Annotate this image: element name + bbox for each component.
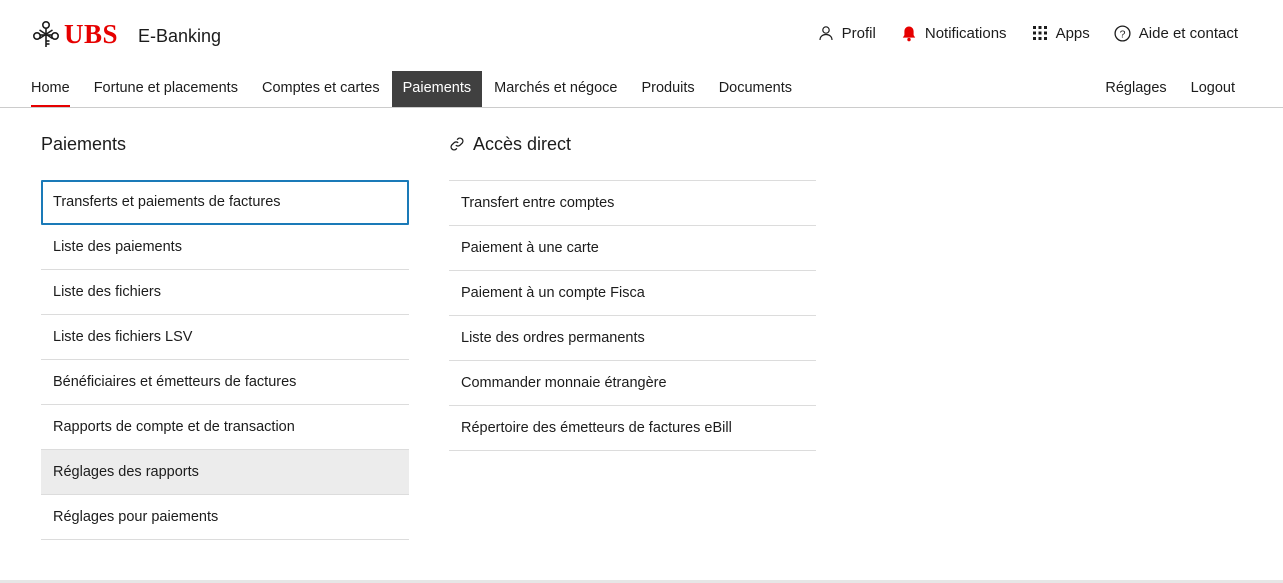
direct-item-standing-orders[interactable]: Liste des ordres permanents <box>449 316 816 361</box>
direct-access-list: Transfert entre comptes Paiement à une c… <box>449 180 816 451</box>
menu-item-beneficiaries[interactable]: Bénéficiaires et émetteurs de factures <box>41 360 409 405</box>
menu-item-reports[interactable]: Rapports de compte et de transaction <box>41 405 409 450</box>
nav-item-paiements[interactable]: Paiements <box>391 71 483 107</box>
settings-link[interactable]: Réglages <box>1105 71 1166 107</box>
payments-menu-list: Transferts et paiements de factures List… <box>41 180 409 540</box>
apps-link[interactable]: Apps <box>1031 24 1090 42</box>
bell-icon <box>900 24 918 42</box>
grid-icon <box>1031 24 1049 42</box>
nav-item-home[interactable]: Home <box>31 71 70 107</box>
nav-item-marches[interactable]: Marchés et négoce <box>494 71 617 107</box>
direct-access-menu: Accès direct Transfert entre comptes Pai… <box>449 130 816 451</box>
main-navigation: Home Fortune et placements Comptes et ca… <box>0 71 1283 108</box>
profile-label: Profil <box>841 24 876 42</box>
person-icon <box>817 24 835 42</box>
menu-item-lsv-file-list[interactable]: Liste des fichiers LSV <box>41 315 409 360</box>
nav-item-fortune[interactable]: Fortune et placements <box>94 71 238 107</box>
menu-item-report-settings[interactable]: Réglages des rapports <box>41 450 409 495</box>
help-icon: ? <box>1114 24 1132 42</box>
nav-item-documents[interactable]: Documents <box>719 71 792 107</box>
nav-primary: Home Fortune et placements Comptes et ca… <box>31 71 816 107</box>
utility-links: Profil Notifications Apps ? Aide et cont… <box>793 24 1238 42</box>
header: UBS E-Banking Profil Notifications Apps … <box>0 0 1283 72</box>
app-title: E-Banking <box>138 26 222 46</box>
svg-text:?: ? <box>1120 28 1126 40</box>
help-label: Aide et contact <box>1138 24 1238 42</box>
menu-item-payment-settings[interactable]: Réglages pour paiements <box>41 495 409 540</box>
profile-link[interactable]: Profil <box>817 24 876 42</box>
direct-item-account-transfer[interactable]: Transfert entre comptes <box>449 181 816 226</box>
direct-item-foreign-currency[interactable]: Commander monnaie étrangère <box>449 361 816 406</box>
link-icon <box>449 136 465 152</box>
payments-menu: Paiements Transferts et paiements de fac… <box>41 130 409 540</box>
brand-name: UBS <box>64 19 119 49</box>
direct-item-ebill-directory[interactable]: Répertoire des émetteurs de factures eBi… <box>449 406 816 451</box>
help-link[interactable]: ? Aide et contact <box>1114 24 1238 42</box>
notifications-link[interactable]: Notifications <box>900 24 1007 42</box>
notifications-label: Notifications <box>924 24 1007 42</box>
direct-item-fisca-payment[interactable]: Paiement à un compte Fisca <box>449 271 816 316</box>
direct-access-title-text: Accès direct <box>473 134 572 154</box>
menu-item-file-list[interactable]: Liste des fichiers <box>41 270 409 315</box>
direct-item-card-payment[interactable]: Paiement à une carte <box>449 226 816 271</box>
menu-item-transfers[interactable]: Transferts et paiements de factures <box>41 180 409 225</box>
nav-secondary: Réglages Logout <box>1081 71 1235 107</box>
keys-logo-icon <box>32 20 59 47</box>
ubs-logo[interactable]: UBS <box>31 19 118 49</box>
menu-item-payment-list[interactable]: Liste des paiements <box>41 225 409 270</box>
payments-menu-title: Paiements <box>41 134 127 154</box>
logout-link[interactable]: Logout <box>1191 71 1235 107</box>
direct-access-title: Accès direct <box>449 130 816 158</box>
nav-item-comptes[interactable]: Comptes et cartes <box>262 71 380 107</box>
apps-label: Apps <box>1055 24 1090 42</box>
nav-item-produits[interactable]: Produits <box>641 71 694 107</box>
